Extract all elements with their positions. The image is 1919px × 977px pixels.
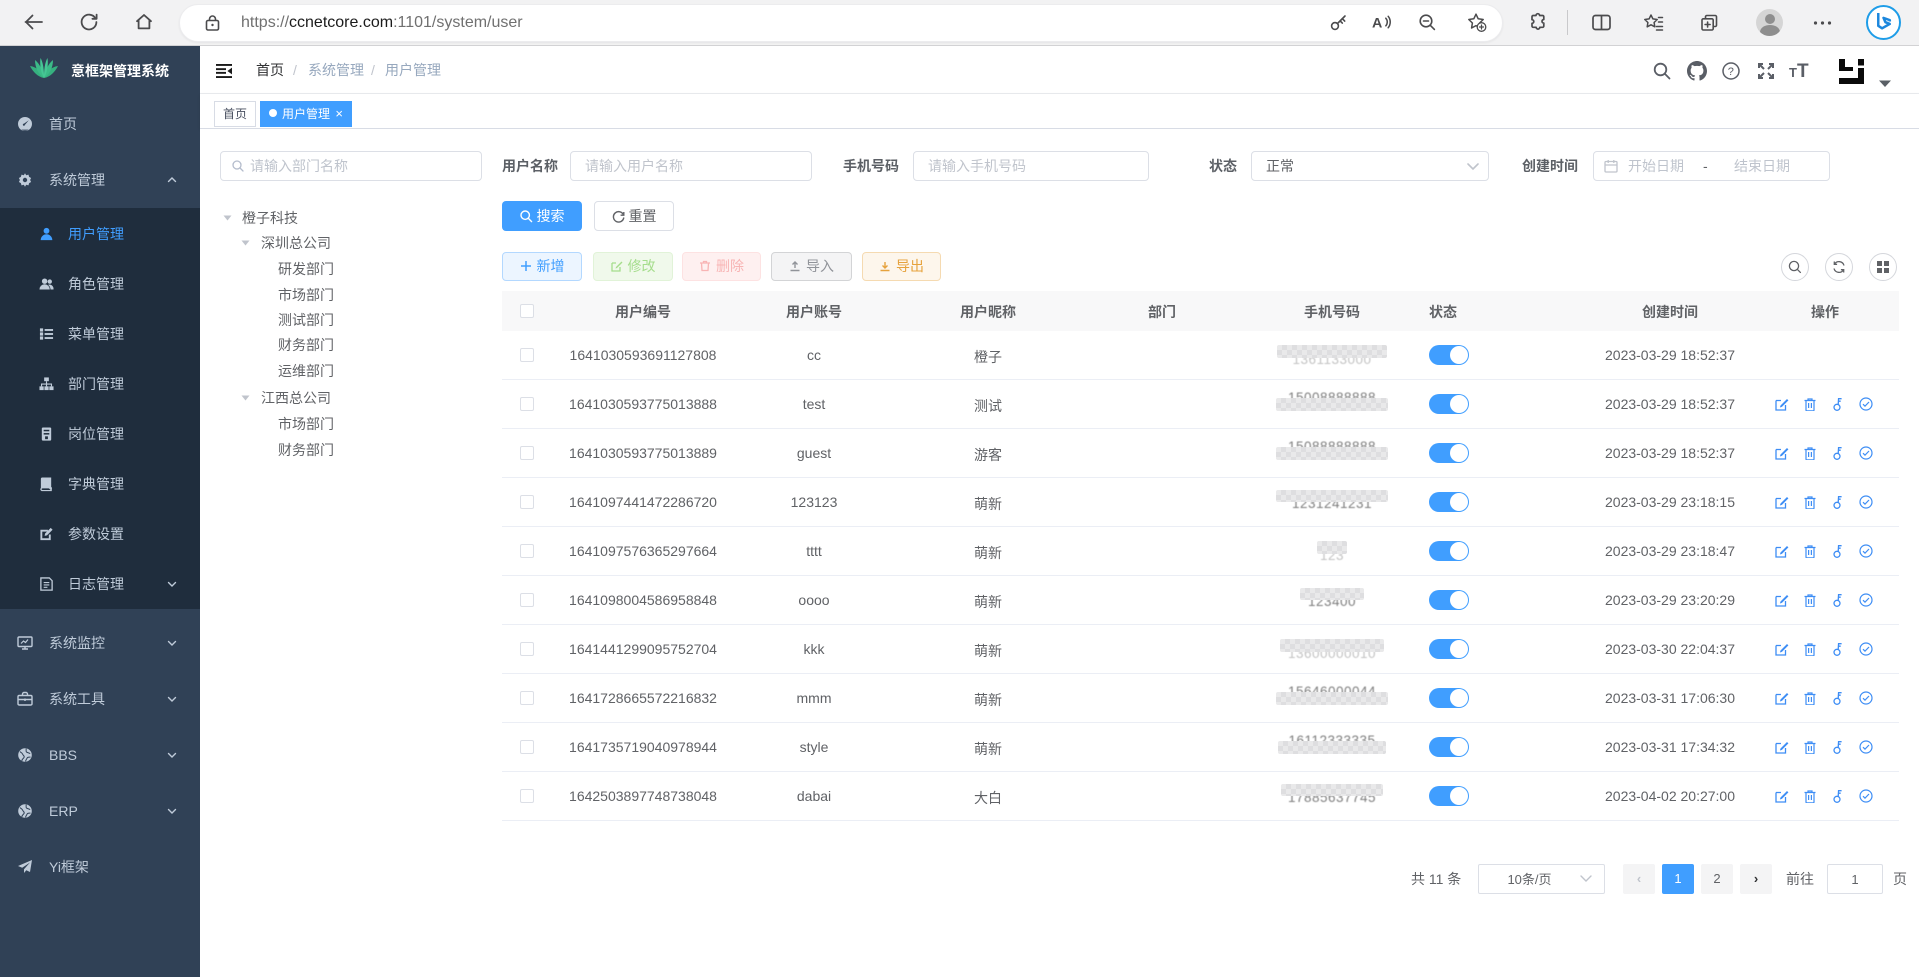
svg-text:?: ? [1728, 66, 1734, 78]
svg-text:A: A [1372, 16, 1382, 32]
